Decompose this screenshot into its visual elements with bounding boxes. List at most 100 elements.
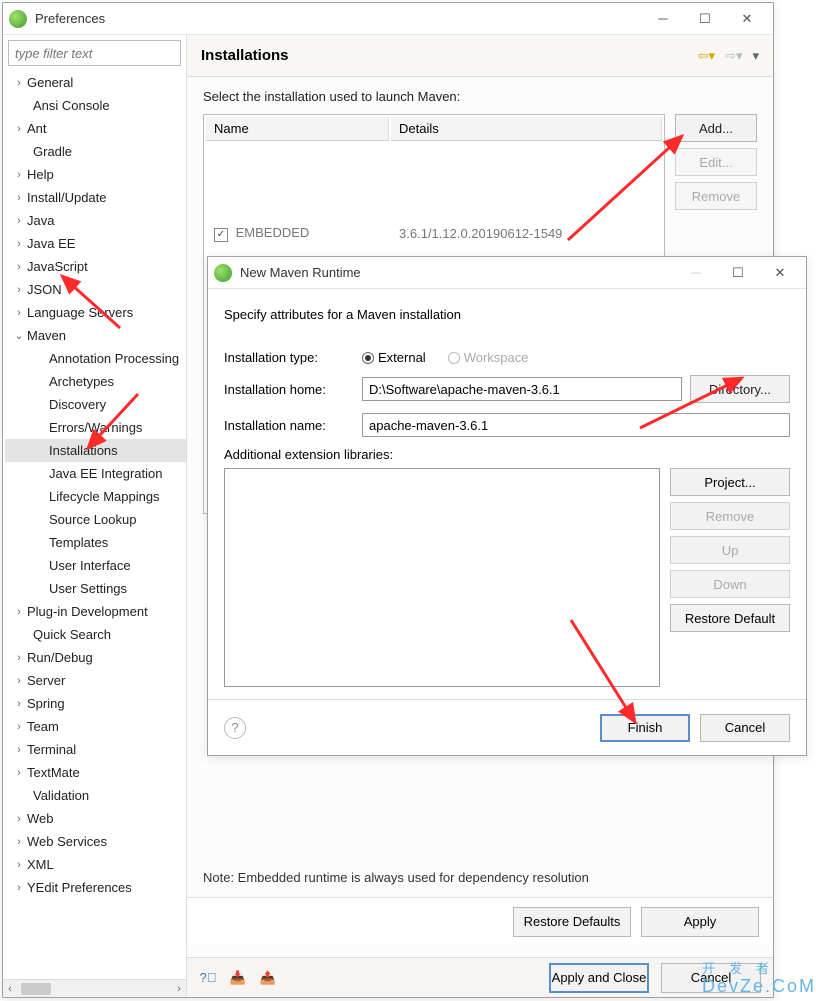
tree-item[interactable]: ›Help xyxy=(5,163,186,186)
tree-item[interactable]: ›YEdit Preferences xyxy=(5,876,186,899)
tree-item[interactable]: ›Install/Update xyxy=(5,186,186,209)
filter-input[interactable] xyxy=(8,40,181,66)
close-button[interactable]: ✕ xyxy=(760,259,800,287)
tree-item[interactable]: ›JavaScript xyxy=(5,255,186,278)
tree-item[interactable]: ›Java EE xyxy=(5,232,186,255)
tree-item[interactable]: ›Web xyxy=(5,807,186,830)
chevron-right-icon[interactable]: › xyxy=(11,882,27,894)
tree-item[interactable]: ›Language Servers xyxy=(5,301,186,324)
tree-item[interactable]: Quick Search xyxy=(5,623,186,646)
help-icon[interactable]: ?⃝ xyxy=(199,969,217,987)
tree-item[interactable]: User Interface xyxy=(5,554,186,577)
tree-item[interactable]: Annotation Processing xyxy=(5,347,186,370)
tree-item[interactable]: Discovery xyxy=(5,393,186,416)
tree-item[interactable]: ›Terminal xyxy=(5,738,186,761)
tree-item[interactable]: ›Run/Debug xyxy=(5,646,186,669)
export-icon[interactable]: 📤 xyxy=(259,969,277,987)
chevron-right-icon[interactable]: › xyxy=(11,215,27,227)
col-details[interactable]: Details xyxy=(391,117,662,141)
tree-item[interactable]: Gradle xyxy=(5,140,186,163)
tree-item[interactable]: ›General xyxy=(5,71,186,94)
help-icon[interactable]: ? xyxy=(224,717,246,739)
down-button[interactable]: Down xyxy=(670,570,790,598)
tree-item[interactable]: ›JSON xyxy=(5,278,186,301)
tree-item[interactable]: Archetypes xyxy=(5,370,186,393)
checkbox-icon[interactable]: ✓ xyxy=(214,228,228,242)
new-runtime-dialog: New Maven Runtime ─ ☐ ✕ Specify attribut… xyxy=(207,256,807,756)
chevron-right-icon[interactable]: › xyxy=(11,307,27,319)
chevron-right-icon[interactable]: › xyxy=(11,675,27,687)
tree-item[interactable]: Templates xyxy=(5,531,186,554)
watermark: 开发者 DevZe.CoM xyxy=(702,943,816,997)
tree-item[interactable]: Validation xyxy=(5,784,186,807)
sidebar-scrollbar[interactable] xyxy=(3,979,186,997)
minimize-button[interactable]: ─ xyxy=(643,5,683,33)
apply-button[interactable]: Apply xyxy=(641,907,759,937)
col-name[interactable]: Name xyxy=(206,117,389,141)
name-input[interactable] xyxy=(362,413,790,437)
up-button[interactable]: Up xyxy=(670,536,790,564)
restore-defaults-button[interactable]: Restore Defaults xyxy=(513,907,631,937)
chevron-right-icon[interactable]: › xyxy=(11,744,27,756)
tree-item-label: Language Servers xyxy=(27,305,133,320)
chevron-right-icon[interactable]: › xyxy=(11,859,27,871)
prefs-tree[interactable]: ›GeneralAnsi Console›AntGradle›Help›Inst… xyxy=(3,71,186,979)
edit-button[interactable]: Edit... xyxy=(675,148,757,176)
chevron-right-icon[interactable]: › xyxy=(11,284,27,296)
chevron-right-icon[interactable]: › xyxy=(11,192,27,204)
forward-icon[interactable]: ⇨▾ xyxy=(725,48,742,64)
directory-button[interactable]: Directory... xyxy=(690,375,790,403)
chevron-right-icon[interactable]: › xyxy=(11,261,27,273)
prefs-title: Preferences xyxy=(35,11,643,26)
tree-item[interactable]: Lifecycle Mappings xyxy=(5,485,186,508)
tree-item[interactable]: Ansi Console xyxy=(5,94,186,117)
apply-close-button[interactable]: Apply and Close xyxy=(549,963,649,993)
chevron-right-icon[interactable]: › xyxy=(11,721,27,733)
chevron-right-icon[interactable]: › xyxy=(11,698,27,710)
chevron-right-icon[interactable]: › xyxy=(11,606,27,618)
tree-item[interactable]: ⌄Maven xyxy=(5,324,186,347)
tree-item[interactable]: ›Java xyxy=(5,209,186,232)
tree-item[interactable]: User Settings xyxy=(5,577,186,600)
libraries-list[interactable] xyxy=(224,468,660,687)
tree-item[interactable]: Source Lookup xyxy=(5,508,186,531)
chevron-right-icon[interactable]: › xyxy=(11,169,27,181)
tree-item[interactable]: ›Ant xyxy=(5,117,186,140)
runtime-cancel-button[interactable]: Cancel xyxy=(700,714,790,742)
radio-workspace: Workspace xyxy=(448,350,529,365)
tree-item[interactable]: Installations xyxy=(5,439,186,462)
finish-button[interactable]: Finish xyxy=(600,714,690,742)
maximize-button[interactable]: ☐ xyxy=(718,259,758,287)
chevron-right-icon[interactable]: › xyxy=(11,123,27,135)
tree-item[interactable]: Errors/Warnings xyxy=(5,416,186,439)
lib-remove-button[interactable]: Remove xyxy=(670,502,790,530)
tree-item[interactable]: ›Spring xyxy=(5,692,186,715)
minimize-button[interactable]: ─ xyxy=(676,259,716,287)
chevron-right-icon[interactable]: › xyxy=(11,836,27,848)
restore-default-button[interactable]: Restore Default xyxy=(670,604,790,632)
chevron-right-icon[interactable]: › xyxy=(11,77,27,89)
tree-item[interactable]: ›Web Services xyxy=(5,830,186,853)
toolbar-menu-icon[interactable]: ▾ xyxy=(752,48,759,64)
chevron-right-icon[interactable]: › xyxy=(11,767,27,779)
back-icon[interactable]: ⇦▾ xyxy=(698,48,715,64)
tree-item[interactable]: ›TextMate xyxy=(5,761,186,784)
chevron-down-icon[interactable]: ⌄ xyxy=(11,329,27,342)
tree-item[interactable]: ›Server xyxy=(5,669,186,692)
tree-item[interactable]: ›Team xyxy=(5,715,186,738)
maximize-button[interactable]: ☐ xyxy=(685,5,725,33)
tree-item[interactable]: ›XML xyxy=(5,853,186,876)
chevron-right-icon[interactable]: › xyxy=(11,652,27,664)
add-button[interactable]: Add... xyxy=(675,114,757,142)
tree-item[interactable]: ›Plug-in Development xyxy=(5,600,186,623)
close-button[interactable]: ✕ xyxy=(727,5,767,33)
project-button[interactable]: Project... xyxy=(670,468,790,496)
import-icon[interactable]: 📥 xyxy=(229,969,247,987)
remove-button[interactable]: Remove xyxy=(675,182,757,210)
radio-external[interactable]: External xyxy=(362,350,426,365)
chevron-right-icon[interactable]: › xyxy=(11,238,27,250)
tree-item[interactable]: Java EE Integration xyxy=(5,462,186,485)
home-input[interactable] xyxy=(362,377,682,401)
chevron-right-icon[interactable]: › xyxy=(11,813,27,825)
tree-item-label: JSON xyxy=(27,282,62,297)
